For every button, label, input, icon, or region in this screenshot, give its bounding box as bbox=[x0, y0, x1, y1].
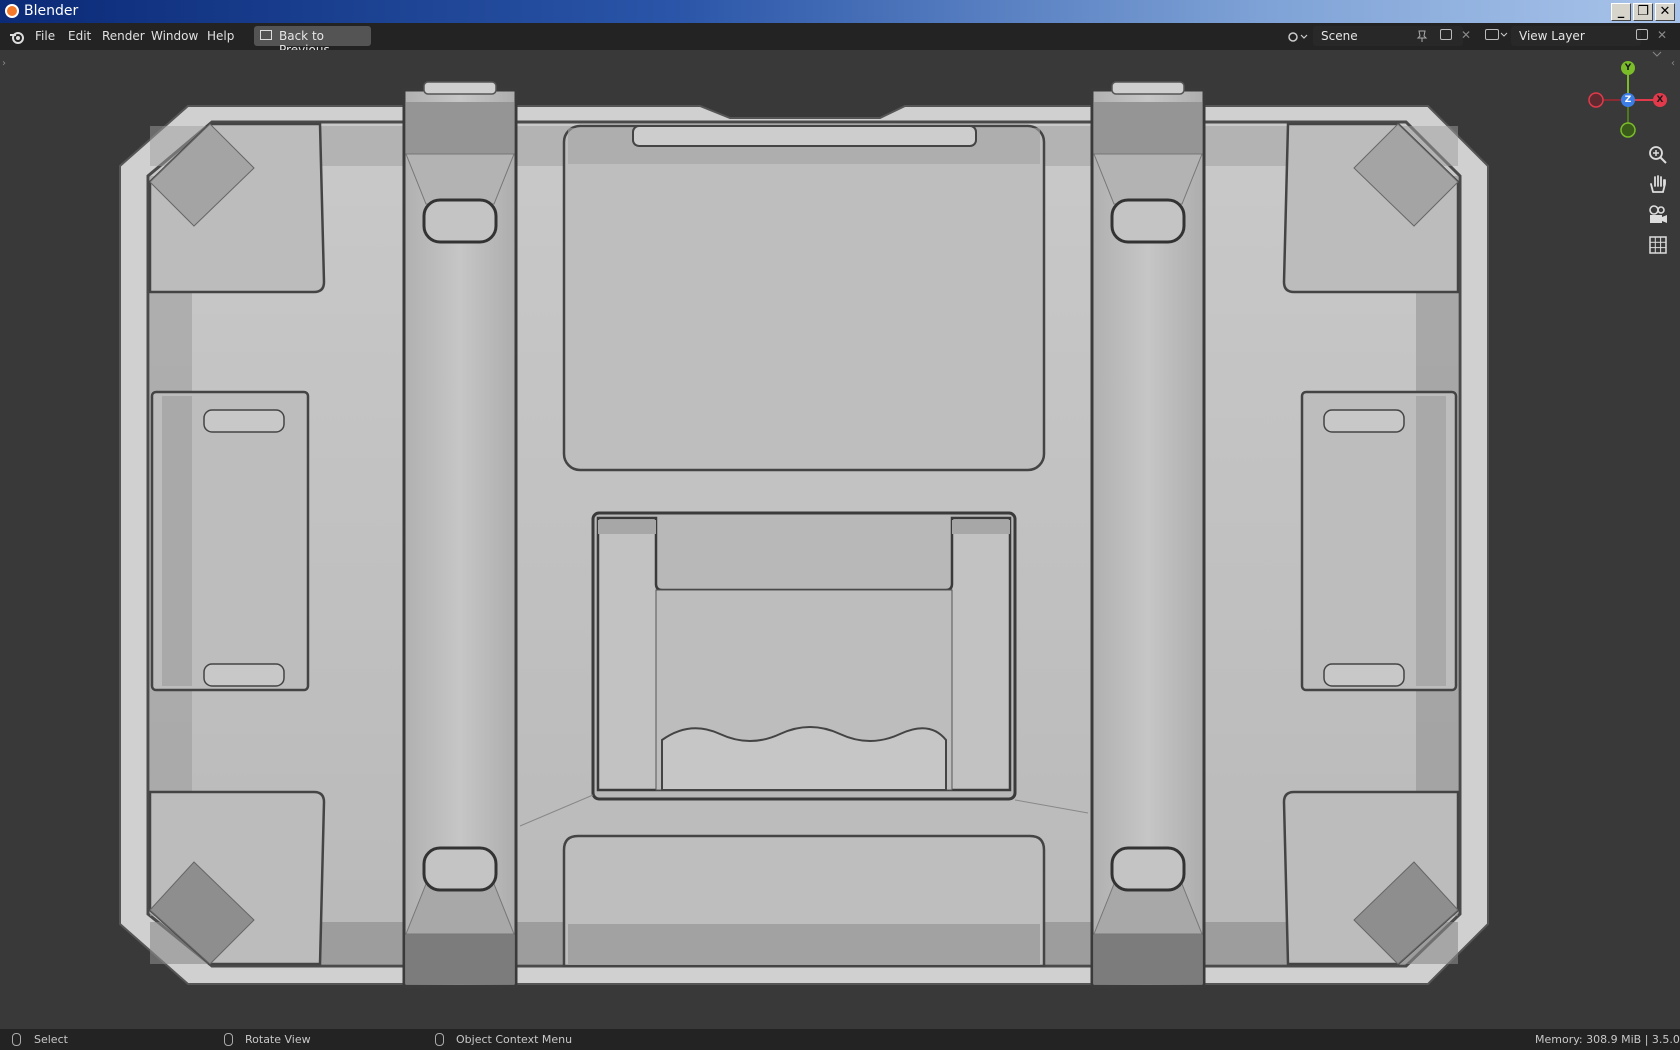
delete-scene-icon[interactable]: ✕ bbox=[1461, 28, 1471, 42]
top-menubar: File Edit Render Window Help Back to Pre… bbox=[0, 23, 1680, 57]
window-title: Blender bbox=[24, 3, 79, 19]
memory-readout: Memory: 308.9 MiB | 3.5.0 bbox=[1535, 1033, 1680, 1046]
menu-help[interactable]: Help bbox=[207, 29, 234, 43]
status-bar: Select Rotate View Object Context Menu M… bbox=[0, 1029, 1680, 1050]
window-titlebar: Blender _ ❐ ✕ bbox=[0, 0, 1680, 23]
3d-viewport[interactable]: › ‹ Y X Z bbox=[0, 50, 1680, 1029]
gizmo-y-axis[interactable]: Y bbox=[1621, 61, 1635, 75]
orthographic-grid-icon[interactable] bbox=[1645, 232, 1671, 258]
mouse-right-icon bbox=[435, 1033, 444, 1046]
gizmo-x-axis[interactable]: X bbox=[1653, 93, 1667, 107]
view-layer-name: View Layer bbox=[1519, 29, 1585, 43]
pan-hand-icon[interactable] bbox=[1645, 172, 1671, 198]
screen-icon bbox=[260, 30, 272, 40]
menu-edit[interactable]: Edit bbox=[68, 29, 91, 43]
menu-window[interactable]: Window bbox=[151, 29, 198, 43]
scene-selector-icon[interactable] bbox=[1287, 29, 1309, 45]
blender-logo-icon bbox=[5, 4, 19, 18]
blender-menu-icon[interactable] bbox=[9, 29, 25, 45]
chevron-down-icon bbox=[1500, 32, 1508, 37]
minimize-button[interactable]: _ bbox=[1611, 3, 1631, 21]
back-to-previous-button[interactable]: Back to Previous bbox=[254, 26, 371, 57]
pin-icon[interactable] bbox=[1416, 29, 1428, 43]
delete-view-layer-icon[interactable]: ✕ bbox=[1657, 28, 1667, 42]
zoom-icon[interactable] bbox=[1645, 142, 1671, 168]
view-layer-field[interactable]: View Layer bbox=[1511, 26, 1641, 46]
close-button[interactable]: ✕ bbox=[1655, 3, 1675, 21]
status-context-menu: Object Context Menu bbox=[456, 1033, 573, 1046]
menu-render[interactable]: Render bbox=[102, 29, 145, 43]
view-layer-selector-icon[interactable] bbox=[1485, 29, 1499, 40]
status-select: Select bbox=[34, 1033, 68, 1046]
mouse-left-icon bbox=[12, 1033, 21, 1046]
mouse-middle-icon bbox=[224, 1033, 233, 1046]
scene-name: Scene bbox=[1321, 29, 1358, 43]
status-rotate: Rotate View bbox=[245, 1033, 311, 1046]
new-scene-icon[interactable] bbox=[1440, 29, 1452, 40]
restore-button[interactable]: ❐ bbox=[1633, 3, 1653, 21]
case-mesh[interactable] bbox=[0, 50, 1680, 1029]
camera-view-icon[interactable] bbox=[1645, 202, 1671, 228]
menu-file[interactable]: File bbox=[35, 29, 55, 43]
gizmo-z-axis[interactable]: Z bbox=[1621, 93, 1635, 107]
new-view-layer-icon[interactable] bbox=[1636, 29, 1648, 40]
